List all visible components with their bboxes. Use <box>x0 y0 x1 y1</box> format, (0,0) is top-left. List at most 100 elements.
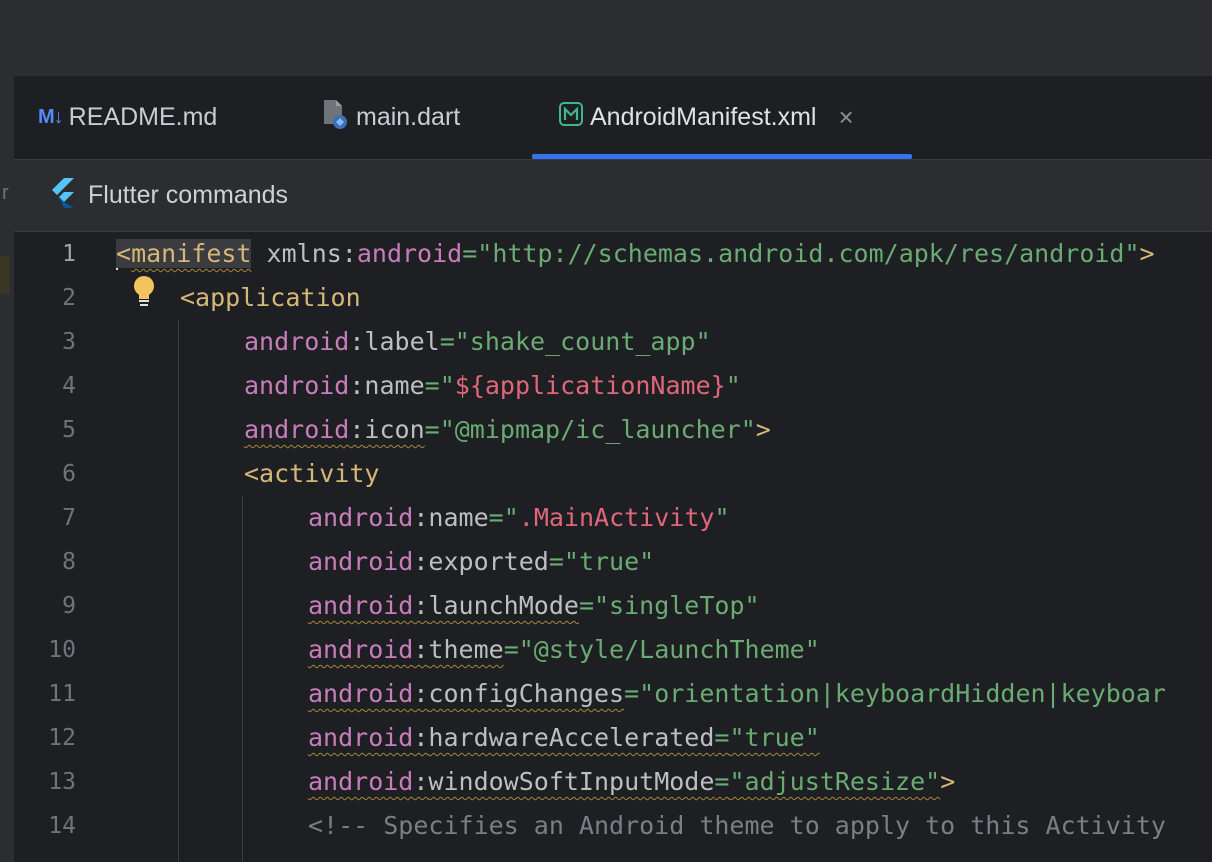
token: "adjustResize" <box>729 767 941 796</box>
token: : <box>413 547 429 576</box>
tab-label: AndroidManifest.xml <box>590 103 817 131</box>
token: : <box>413 635 429 664</box>
token: theme <box>428 635 504 664</box>
title-bar <box>0 0 1212 76</box>
indent-guide <box>178 320 179 862</box>
line-number: 11 <box>48 681 76 707</box>
line-number: 6 <box>62 461 76 487</box>
tab-label: main.dart <box>356 103 461 131</box>
token: " <box>725 371 741 400</box>
token: : <box>349 371 365 400</box>
tab-android-manifest[interactable]: AndroidManifest.xml × <box>558 76 854 159</box>
token: android <box>308 547 414 576</box>
token: manifest <box>131 239 252 268</box>
token: "http://schemas.android.com/apk/res/andr… <box>477 239 1140 268</box>
token: exported <box>428 547 549 576</box>
line-number: 4 <box>62 373 76 399</box>
token: " <box>714 503 730 532</box>
token: android <box>308 635 414 664</box>
token: ${applicationName} <box>454 371 726 400</box>
line-number: 13 <box>48 769 76 795</box>
token: < <box>116 239 132 268</box>
token: <!-- Specifies an Android theme to apply… <box>308 811 1166 840</box>
token: launchMode <box>428 591 579 620</box>
code-line-7: android:name=".MainActivity" <box>308 496 730 540</box>
line-number: 10 <box>48 637 76 663</box>
token: = <box>488 503 504 532</box>
token: "true" <box>729 723 820 752</box>
token: <activity <box>244 459 380 488</box>
line-number: 3 <box>62 329 76 355</box>
code-line-9: android:launchMode="singleTop" <box>308 584 760 628</box>
tab-main-dart[interactable]: main.dart <box>320 76 460 159</box>
manifest-xml-icon <box>558 101 584 134</box>
code-editor[interactable]: <manifest xmlns:android="http://schemas.… <box>112 232 1212 862</box>
line-number: 9 <box>62 593 76 619</box>
token: : <box>413 767 429 796</box>
token: = <box>548 547 564 576</box>
token: > <box>1139 239 1155 268</box>
dart-file-icon <box>320 98 350 137</box>
token: android <box>308 767 414 796</box>
token: android <box>356 239 463 268</box>
token: android <box>308 591 414 620</box>
token: hardwareAccelerated <box>428 723 715 752</box>
line-number: 5 <box>62 417 76 443</box>
token: = <box>439 327 455 356</box>
token: icon <box>364 415 425 444</box>
token: android <box>244 327 350 356</box>
code-line-1: <manifest xmlns:android="http://schemas.… <box>116 232 1155 276</box>
line-number-gutter: 1 2 3 4 5 6 7 8 9 10 11 12 13 14 <box>14 232 113 862</box>
token: "singleTop" <box>594 591 760 620</box>
tab-readme[interactable]: M↓ README.md <box>38 76 217 159</box>
token: label <box>364 327 440 356</box>
line-number: 7 <box>62 505 76 531</box>
token: : <box>413 679 429 708</box>
tool-window-marker[interactable] <box>0 256 10 294</box>
markdown-icon: M↓ <box>38 106 64 128</box>
token: : <box>413 591 429 620</box>
token: <application <box>180 283 361 312</box>
token: " <box>503 503 519 532</box>
token: android <box>244 415 350 444</box>
line-number: 2 <box>62 285 76 311</box>
token: "@style/LaunchTheme" <box>518 635 820 664</box>
left-tool-strip: r <box>0 76 14 862</box>
token: = <box>714 767 730 796</box>
token: android <box>308 723 414 752</box>
token: = <box>714 723 730 752</box>
code-line-5: android:icon="@mipmap/ic_launcher"> <box>244 408 771 452</box>
code-line-10: android:theme="@style/LaunchTheme" <box>308 628 820 672</box>
token: name <box>364 371 425 400</box>
token: .MainActivity <box>518 503 715 532</box>
lightbulb-icon[interactable] <box>130 274 158 313</box>
token: = <box>424 371 440 400</box>
token: android <box>308 503 414 532</box>
line-number: 12 <box>48 725 76 751</box>
code-line-8: android:exported="true" <box>308 540 654 584</box>
token: configChanges <box>428 679 625 708</box>
token: = <box>503 635 519 664</box>
code-line-11: android:configChanges="orientation|keybo… <box>308 672 1166 716</box>
code-line-13: android:windowSoftInputMode="adjustResiz… <box>308 760 955 804</box>
flutter-commands-bar[interactable]: Flutter commands <box>14 160 1212 232</box>
editor-tab-bar: M↓ README.md main.dart AndroidManifest.x… <box>14 76 1212 160</box>
token: "true" <box>563 547 655 576</box>
token: windowSoftInputMode <box>428 767 715 796</box>
left-strip-text: r <box>2 182 9 204</box>
token: : <box>413 723 429 752</box>
token: > <box>755 415 771 444</box>
token: = <box>624 679 640 708</box>
token: = <box>462 239 478 268</box>
token: = <box>424 415 440 444</box>
token: = <box>578 591 594 620</box>
token: "orientation|keyboardHidden|keyboar <box>639 679 1166 708</box>
indent-guide <box>242 496 243 862</box>
close-tab-icon[interactable]: × <box>838 102 853 133</box>
line-number: 1 <box>62 241 76 267</box>
code-line-4: android:name="${applicationName}" <box>244 364 741 408</box>
token: : <box>349 327 365 356</box>
token: "shake_count_app" <box>454 327 711 356</box>
active-tab-indicator <box>532 154 912 159</box>
token: : <box>413 503 429 532</box>
